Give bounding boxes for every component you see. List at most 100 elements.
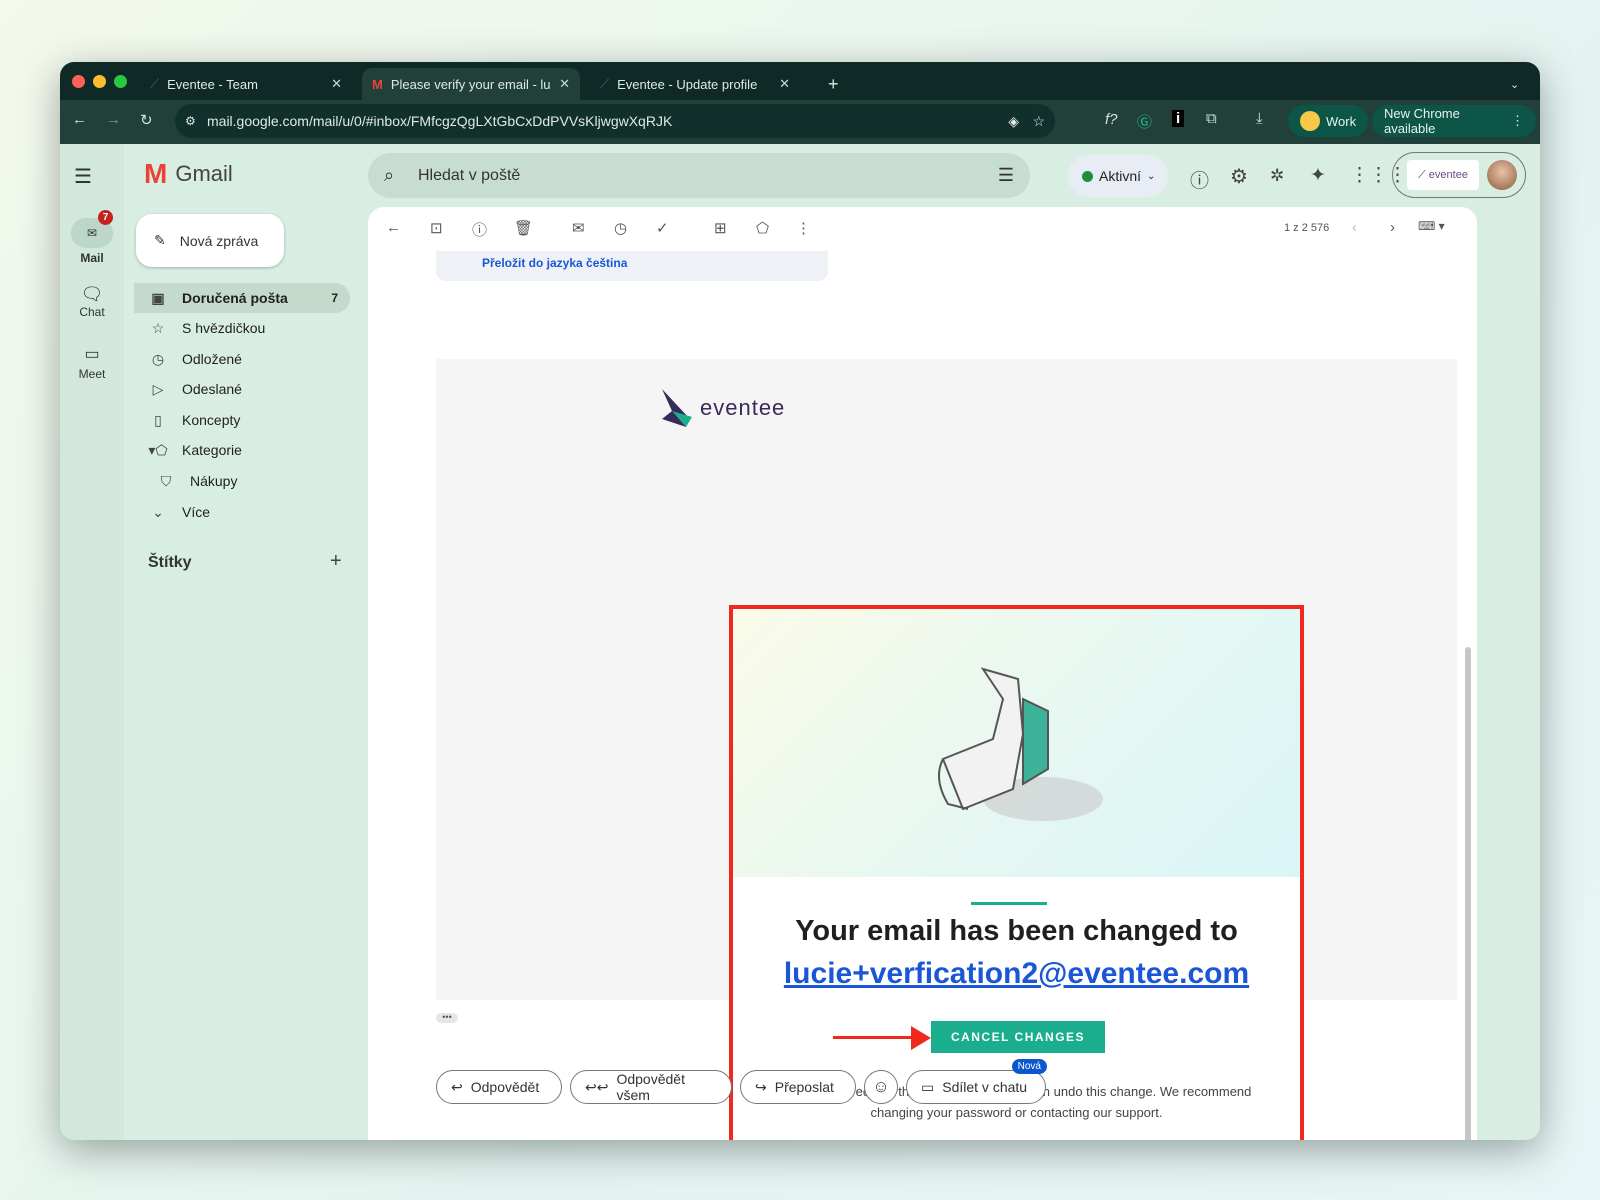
scrollbar[interactable]: [1465, 647, 1471, 1140]
rail-label: Chat: [79, 305, 105, 319]
nav-label: Odložené: [182, 351, 242, 367]
lens-icon[interactable]: ◈: [1008, 113, 1019, 130]
archive-icon[interactable]: ⊡: [430, 219, 443, 237]
search-options-icon[interactable]: ☰: [998, 165, 1014, 186]
reply-all-button[interactable]: ↩↩ Odpovědět všem: [570, 1070, 732, 1104]
new-tab-button[interactable]: +: [818, 68, 849, 100]
rail-label: Meet: [78, 367, 106, 381]
help-icon[interactable]: ⓘ: [1190, 166, 1209, 193]
tab-bar: ⟋ Eventee - Team ✕ M Please verify your ema…: [60, 62, 1540, 100]
rail-mail[interactable]: ✉ 7 Mail: [60, 210, 124, 265]
nav-more[interactable]: ⌄ Více: [134, 497, 350, 527]
status-dot-icon: [1082, 170, 1093, 182]
profile-button[interactable]: Work: [1288, 105, 1369, 137]
label-icon[interactable]: ⬠: [756, 219, 769, 237]
settings-gear-icon[interactable]: ⚙: [1230, 164, 1248, 189]
nav-label: Více: [182, 504, 211, 520]
extension-f-icon[interactable]: f?: [1105, 111, 1118, 128]
forward-button[interactable]: ↪ Přeposlat: [740, 1070, 856, 1104]
next-email-icon[interactable]: ›: [1390, 219, 1395, 236]
close-window-button[interactable]: [72, 75, 85, 88]
tab-eventee-team[interactable]: ⟋ Eventee - Team ✕: [140, 68, 352, 100]
input-tools-icon[interactable]: ⌨ ▾: [1418, 219, 1445, 233]
profile-avatar-icon: [1300, 111, 1320, 131]
accent-divider: [971, 902, 1047, 905]
extensions-icon[interactable]: ⧉: [1206, 110, 1217, 127]
report-spam-icon[interactable]: ⓘ: [472, 219, 487, 240]
eventee-favicon-icon: ⟋: [600, 76, 610, 91]
gmail-favicon-icon: M: [372, 76, 383, 92]
forward-icon[interactable]: →: [106, 111, 121, 128]
gmail-logo[interactable]: M Gmail: [144, 158, 233, 190]
nav-inbox[interactable]: ▣ Doručená pošta 7: [134, 283, 350, 313]
nav-label: Nákupy: [190, 473, 238, 489]
menu-dots-icon: ⋮: [1511, 113, 1524, 128]
snooze-icon[interactable]: ◷: [614, 219, 627, 237]
reply-button[interactable]: ↩ Odpovědět: [436, 1070, 562, 1104]
nav-shopping[interactable]: ⛉ Nákupy: [134, 466, 350, 496]
show-trimmed-button[interactable]: •••: [436, 1013, 458, 1023]
back-to-inbox-icon[interactable]: ←: [386, 219, 401, 236]
cancel-changes-button[interactable]: CANCEL CHANGES: [931, 1021, 1105, 1053]
extension-i-icon[interactable]: i: [1172, 110, 1185, 127]
eventee-favicon-icon: ⟋: [150, 76, 160, 91]
bookmark-star-icon[interactable]: ☆: [1032, 113, 1045, 130]
add-task-icon[interactable]: ✓: [656, 219, 669, 237]
grammarly-icon[interactable]: Ⓖ: [1137, 111, 1152, 132]
main-menu-icon[interactable]: ☰: [74, 164, 92, 189]
tab-search-button[interactable]: ⌄: [1500, 68, 1529, 100]
nav-label: Koncepty: [182, 412, 241, 428]
gemini-sparkle-icon[interactable]: ✦: [1310, 164, 1326, 187]
add-label-button[interactable]: +: [330, 550, 342, 573]
minimize-window-button[interactable]: [93, 75, 106, 88]
new-email-link[interactable]: lucie+verfication2@eventee.com: [733, 957, 1300, 991]
nav-label: Kategorie: [182, 442, 242, 458]
compose-button[interactable]: ✎ Nová zpráva: [136, 214, 284, 267]
search-input[interactable]: ⌕ Hledat v poště ☰: [368, 153, 1030, 198]
nav-label: Odeslané: [182, 381, 242, 397]
nav-sent[interactable]: ▷ Odeslané: [134, 374, 350, 404]
account-logo: ⟋ eventee: [1407, 160, 1479, 190]
status-button[interactable]: Aktivní ⌄: [1068, 155, 1168, 197]
delete-icon[interactable]: 🗑: [514, 219, 533, 237]
emoji-button[interactable]: ☺: [864, 1070, 898, 1104]
move-to-icon[interactable]: ⊞: [714, 219, 727, 237]
tab-title: Eventee - Update profile: [617, 76, 758, 92]
mark-unread-icon[interactable]: ✉: [572, 219, 585, 237]
nav-starred[interactable]: ☆ S hvězdičkou: [134, 313, 350, 343]
rail-meet[interactable]: ▭ Meet: [60, 344, 124, 381]
nav-categories[interactable]: ▾⬠ Kategorie: [134, 435, 350, 465]
eventee-logo-text: eventee: [700, 395, 786, 420]
reload-icon[interactable]: ↻: [140, 111, 153, 129]
site-settings-icon[interactable]: ⚙: [185, 114, 196, 128]
tab-gmail[interactable]: M Please verify your email - luci ✕: [362, 68, 580, 100]
compose-label: Nová zpráva: [179, 232, 259, 249]
back-icon[interactable]: ←: [72, 111, 87, 128]
browser-window: ⟋ Eventee - Team ✕ M Please verify your ema…: [60, 62, 1540, 1140]
email-view: ← ⊡ ⓘ 🗑 ✉ ◷ ✓ ⊞ ⬠ ⋮ 1 z 2 576 ‹ › ⌨ ▾ Př…: [368, 207, 1477, 1140]
url-text: mail.google.com/mail/u/0/#inbox/FMfcgzQg…: [207, 113, 673, 129]
tab-eventee-update-profile[interactable]: ⟋ Eventee - Update profile ✕: [590, 68, 800, 100]
pencil-icon: ✎: [154, 232, 166, 248]
chat-icon: 🗨: [80, 284, 104, 304]
arrow-icon: [833, 1036, 919, 1039]
prev-email-icon[interactable]: ‹: [1352, 219, 1357, 236]
account-switcher[interactable]: ⟋ eventee: [1392, 152, 1526, 198]
close-tab-icon[interactable]: ✕: [559, 76, 570, 92]
close-tab-icon[interactable]: ✕: [779, 76, 790, 92]
draft-icon: ▯: [154, 411, 162, 428]
rail-chat[interactable]: 🗨 Chat: [60, 284, 124, 319]
forward-icon: ↪: [755, 1078, 767, 1095]
nav-snoozed[interactable]: ◷ Odložené: [134, 344, 350, 374]
nav-drafts[interactable]: ▯ Koncepty: [134, 405, 350, 435]
extension-icon[interactable]: ✲: [1270, 166, 1284, 186]
more-options-icon[interactable]: ⋮: [796, 219, 811, 237]
chrome-update-button[interactable]: New Chrome available ⋮: [1372, 105, 1536, 137]
url-bar[interactable]: ⚙ mail.google.com/mail/u/0/#inbox/FMfcgzQ…: [175, 104, 1055, 138]
user-avatar[interactable]: [1487, 160, 1517, 190]
share-in-chat-button[interactable]: ▭ Sdílet v chatu Nová: [906, 1059, 1047, 1104]
download-icon[interactable]: ⤓: [1256, 110, 1263, 127]
close-tab-icon[interactable]: ✕: [331, 76, 342, 92]
translate-link[interactable]: Přeložit do jazyka čeština: [482, 256, 627, 270]
maximize-window-button[interactable]: [114, 75, 127, 88]
